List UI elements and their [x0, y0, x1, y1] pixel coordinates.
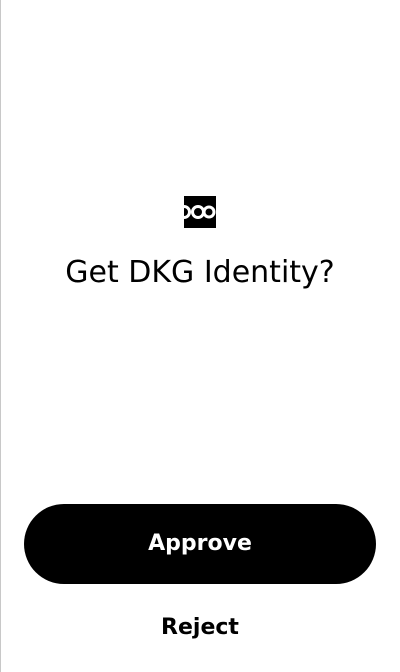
reject-button[interactable]: Reject: [100, 608, 300, 648]
app-logo-icon: [184, 196, 216, 228]
approve-button[interactable]: Approve: [24, 504, 376, 584]
window-left-border: [0, 0, 1, 672]
page-title: Get DKG Identity?: [65, 255, 335, 290]
